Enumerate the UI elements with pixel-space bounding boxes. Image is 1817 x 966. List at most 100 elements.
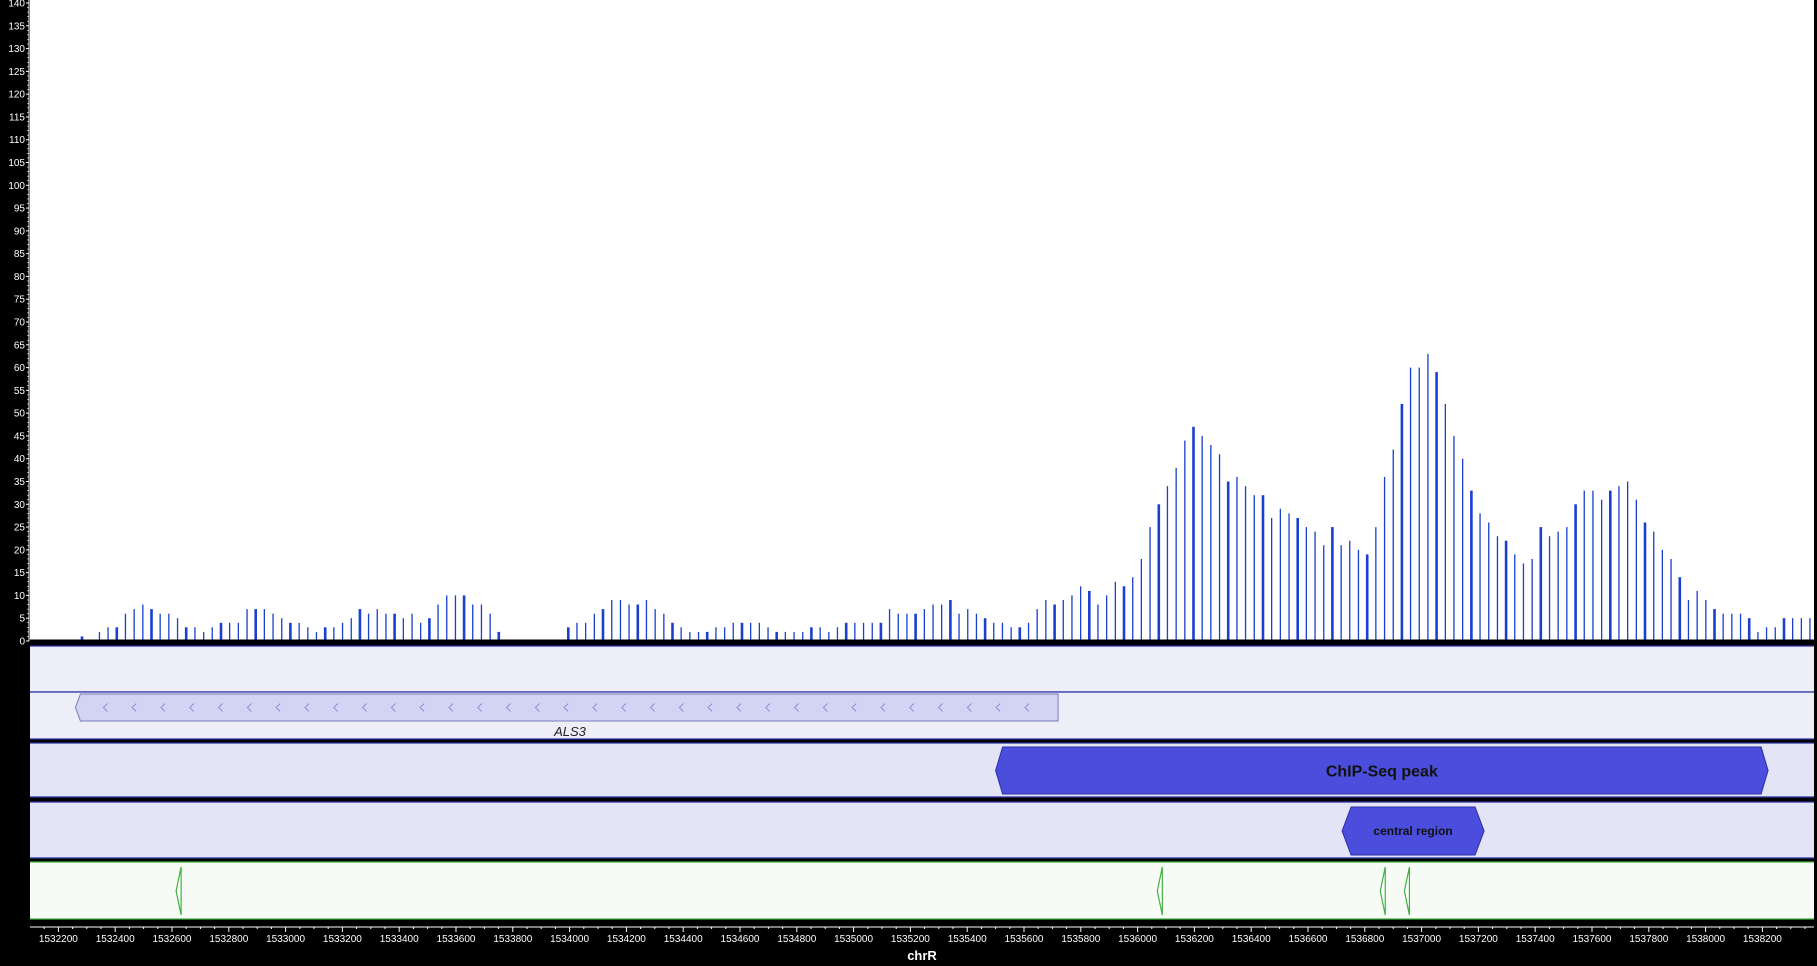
y-tick-label: 35 — [14, 477, 26, 488]
coverage-bar — [593, 613, 595, 641]
y-tick-label: 115 — [9, 112, 25, 123]
coverage-bar — [1504, 540, 1508, 641]
coverage-bar — [1618, 486, 1620, 641]
coverage-bar — [168, 613, 170, 641]
coverage-bar — [1427, 353, 1429, 641]
coverage-bar — [1574, 504, 1577, 641]
central-region-label: central region — [1373, 824, 1452, 838]
coverage-bar — [150, 609, 153, 641]
y-tick-label: 80 — [14, 272, 26, 283]
x-tick-label: 1537400 — [1516, 934, 1555, 945]
y-tick-label: 95 — [14, 204, 26, 215]
y-tick-label: 100 — [8, 181, 25, 192]
coverage-bar — [194, 627, 196, 641]
coverage-bar — [932, 604, 934, 641]
y-tick-label: 20 — [14, 545, 26, 556]
coverage-bar — [176, 618, 179, 641]
coverage-bar — [1080, 586, 1082, 641]
coverage-bar — [1114, 581, 1116, 641]
x-tick-label: 1535000 — [834, 934, 873, 945]
coverage-bar — [983, 618, 987, 641]
coverage-bar — [1627, 481, 1629, 641]
coverage-bar — [1453, 435, 1455, 641]
coverage-bar — [159, 613, 161, 641]
coverage-bar — [1566, 527, 1568, 641]
coverage-bar — [323, 627, 327, 641]
y-tick-label: 135 — [8, 21, 25, 32]
coverage-bar — [1261, 495, 1265, 641]
x-tick-label: 1533400 — [380, 934, 419, 945]
coverage-bar — [1088, 590, 1091, 641]
gene-label: ALS3 — [553, 724, 587, 739]
coverage-bar — [993, 622, 995, 641]
coverage-bar — [133, 609, 135, 641]
coverage-bar — [1409, 367, 1412, 641]
gene-feature-als3 — [74, 693, 1059, 722]
coverage-bar — [1375, 527, 1377, 641]
y-tick-label: 40 — [14, 454, 26, 465]
coverage-bar — [879, 622, 883, 641]
coverage-bar — [1140, 559, 1142, 641]
coverage-bar — [385, 613, 387, 641]
coverage-bar — [1279, 508, 1281, 641]
coverage-bar — [1765, 627, 1768, 641]
coverage-bar — [767, 627, 769, 641]
x-tick-label: 1538000 — [1686, 934, 1725, 945]
x-tick-label: 1535600 — [1005, 934, 1044, 945]
coverage-bar — [601, 609, 605, 641]
coverage-bar — [1210, 445, 1212, 641]
coverage-bar — [1027, 622, 1030, 641]
coverage-bar — [975, 613, 978, 641]
coverage-bar — [1435, 372, 1438, 641]
coverage-bar — [949, 600, 952, 641]
coverage-bar — [1731, 613, 1733, 641]
coverage-bar — [750, 622, 752, 641]
coverage-bar — [1349, 540, 1351, 641]
x-tick-label: 1533000 — [266, 934, 305, 945]
coverage-bar — [1643, 522, 1647, 641]
coverage-bar — [402, 618, 404, 641]
coverage-bar — [1653, 531, 1655, 641]
y-tick-label: 30 — [14, 500, 26, 511]
y-tick-label: 45 — [14, 431, 26, 442]
coverage-bar — [1010, 627, 1012, 641]
y-tick-label: 15 — [14, 568, 26, 579]
annotation-tracks: ALS3 ChIP-Seq peak central region — [30, 645, 1814, 920]
coverage-bar — [628, 604, 630, 641]
y-tick-label: 5 — [19, 614, 25, 625]
coverage-bar — [1539, 527, 1543, 641]
y-tick-label: 90 — [14, 226, 26, 237]
x-tick-label: 1535800 — [1061, 934, 1100, 945]
motif-track — [30, 862, 1814, 919]
coverage-bar — [844, 622, 848, 641]
coverage-bar — [1001, 622, 1004, 641]
coverage-bar — [1470, 490, 1473, 641]
coverage-bar — [1296, 518, 1299, 641]
coverage-bar — [1531, 559, 1533, 641]
coverage-bar — [1236, 476, 1238, 641]
coverage-bar — [489, 613, 491, 641]
coverage-bar — [1400, 404, 1404, 641]
coverage-bar — [142, 604, 144, 641]
coverage-bar — [1809, 618, 1811, 641]
coverage-bar — [1271, 518, 1273, 641]
y-tick-label: 105 — [8, 158, 25, 169]
coverage-bar — [1670, 559, 1672, 641]
coverage-bar — [1678, 577, 1682, 641]
coverage-bar — [1522, 563, 1525, 641]
coverage-bar — [472, 604, 474, 641]
coverage-bar — [298, 622, 300, 641]
coverage-bar — [1097, 604, 1099, 641]
coverage-bar — [1305, 527, 1307, 641]
coverage-bar — [1331, 527, 1334, 641]
coverage-bar — [1583, 490, 1585, 641]
y-tick-label: 0 — [19, 637, 25, 648]
coverage-bar — [393, 613, 396, 641]
coverage-bar — [1696, 590, 1698, 641]
coverage-bar — [1201, 435, 1203, 641]
coverage-plot — [30, 0, 1814, 643]
y-tick-label: 50 — [14, 409, 26, 420]
coverage-bar — [1166, 486, 1169, 641]
coverage-bar — [1184, 440, 1186, 641]
x-tick-label: 1532200 — [39, 934, 78, 945]
